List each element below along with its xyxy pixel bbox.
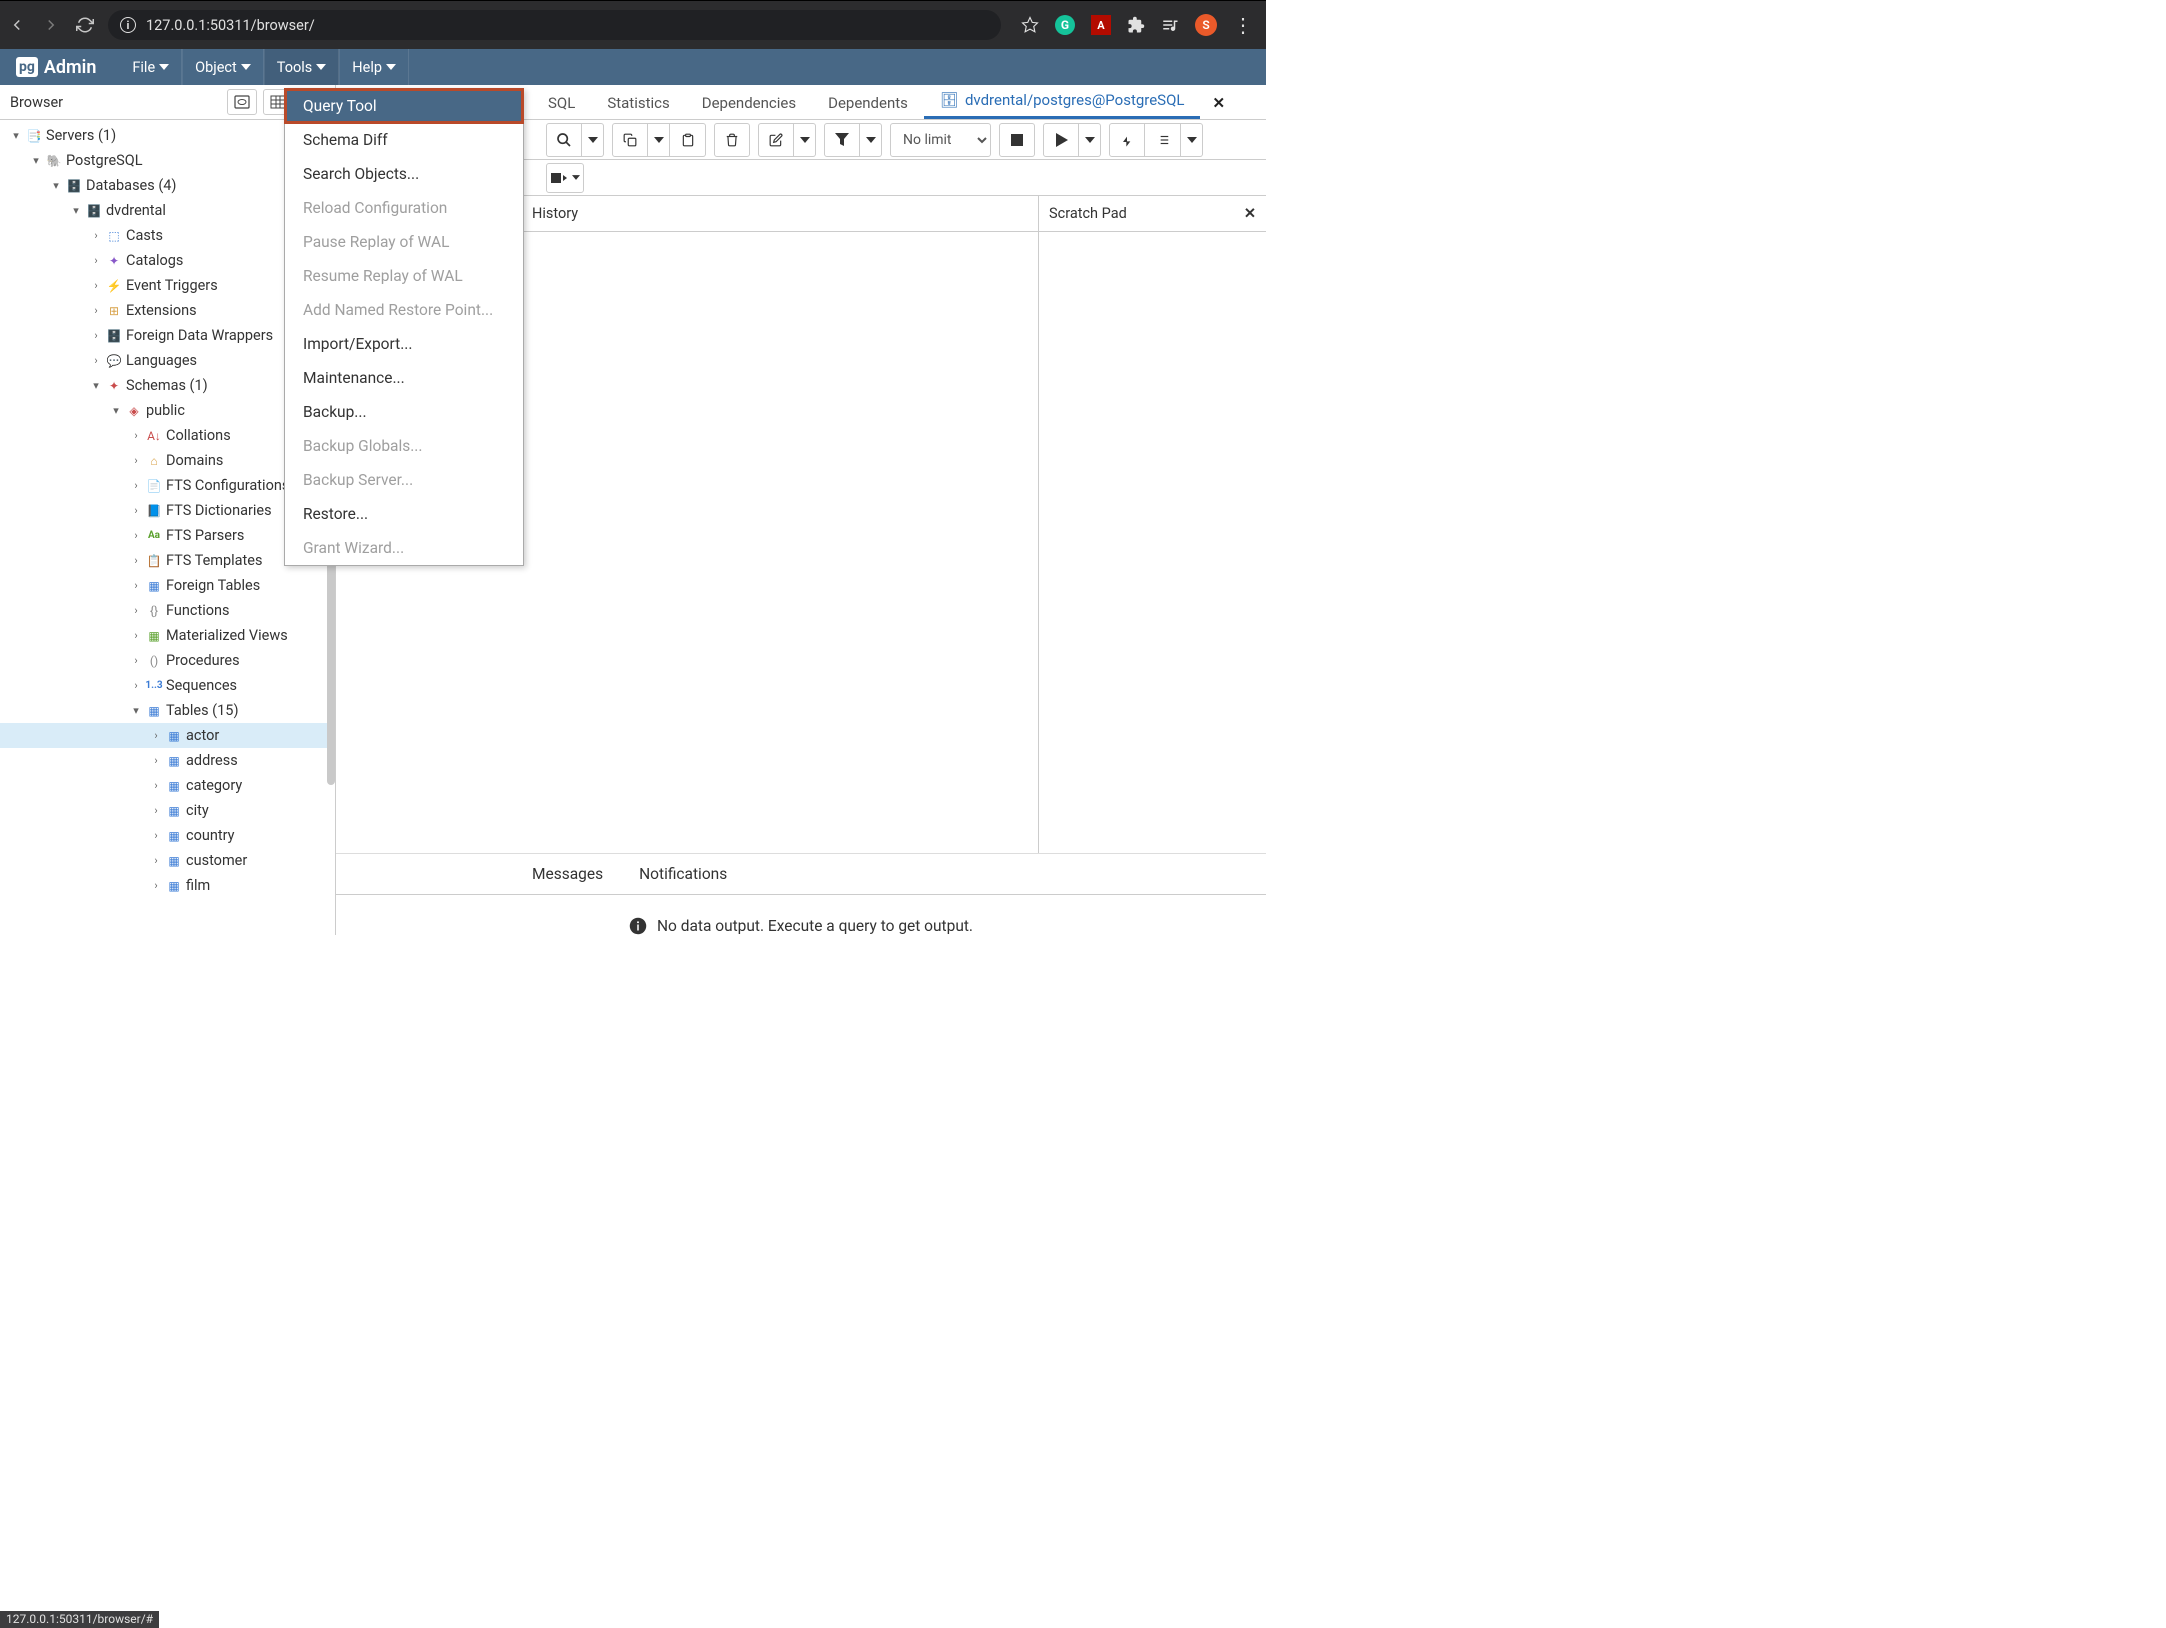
chevron-down-icon <box>241 64 251 70</box>
tree-foreign-tables[interactable]: ›▦Foreign Tables <box>0 573 335 598</box>
nav-controls <box>8 16 94 34</box>
close-scratch-icon[interactable]: ✕ <box>1244 205 1256 222</box>
tab-notifications[interactable]: Notifications <box>639 865 727 883</box>
close-tab-icon[interactable]: ✕ <box>1200 87 1237 119</box>
tree-matviews[interactable]: ›▦Materialized Views <box>0 623 335 648</box>
back-icon[interactable] <box>8 16 26 34</box>
filter-dropdown[interactable] <box>860 123 882 157</box>
query-tool-icon[interactable] <box>227 89 257 115</box>
pgadmin-logo: pg <box>16 57 38 77</box>
tree-table-address[interactable]: ›▦address <box>0 748 335 773</box>
edit-button[interactable] <box>758 123 794 157</box>
tree-sequences[interactable]: ›1..3Sequences <box>0 673 335 698</box>
output-message: No data output. Execute a query to get o… <box>657 917 973 935</box>
tab-statistics[interactable]: Statistics <box>591 87 685 119</box>
menu-file[interactable]: File <box>120 49 182 85</box>
tree-table-film[interactable]: ›▦film <box>0 873 335 898</box>
limit-select[interactable]: No limit <box>890 123 991 157</box>
dd-resume-wal: Resume Replay of WAL <box>285 259 523 293</box>
tab-dependents[interactable]: Dependents <box>812 87 924 119</box>
tree-table-city[interactable]: ›▦city <box>0 798 335 823</box>
chevron-down-icon <box>159 64 169 70</box>
tab-sql[interactable]: SQL <box>532 87 591 119</box>
star-icon[interactable] <box>1021 16 1039 34</box>
stop-button[interactable] <box>999 123 1035 157</box>
menu-object[interactable]: Object <box>182 49 264 85</box>
chevron-down-icon <box>316 64 326 70</box>
tab-querytool[interactable]: 🗄dvdrental/postgres@PostgreSQL <box>924 84 1201 119</box>
tab-messages[interactable]: Messages <box>532 865 603 883</box>
dd-query-tool[interactable]: Query Tool <box>285 89 523 123</box>
dd-restore-point: Add Named Restore Point... <box>285 293 523 327</box>
search-button[interactable] <box>546 123 582 157</box>
tools-dropdown: Query Tool Schema Diff Search Objects...… <box>284 88 524 566</box>
tab-dependencies[interactable]: Dependencies <box>686 87 812 119</box>
browser-status-bar: 127.0.0.1:50311/browser/# <box>0 1611 159 1628</box>
menu-tools[interactable]: Tools <box>264 49 340 85</box>
playlist-icon[interactable] <box>1161 16 1179 34</box>
address-bar[interactable]: i 127.0.0.1:50311/browser/ <box>108 10 1001 40</box>
dd-reload-config: Reload Configuration <box>285 191 523 225</box>
execute-button[interactable] <box>1043 123 1079 157</box>
paste-button[interactable] <box>670 123 706 157</box>
output-body: No data output. Execute a query to get o… <box>336 895 1266 935</box>
browser-title: Browser <box>10 94 63 111</box>
explain-button[interactable] <box>1145 123 1181 157</box>
dd-schema-diff[interactable]: Schema Diff <box>285 123 523 157</box>
chevron-down-icon <box>386 64 396 70</box>
info-icon <box>629 917 647 935</box>
scratch-pad-panel: Scratch Pad ✕ <box>1038 196 1266 853</box>
forward-icon[interactable] <box>42 16 60 34</box>
copy-dropdown[interactable] <box>648 123 670 157</box>
tree-table-actor[interactable]: ›▦actor <box>0 723 335 748</box>
output-tabs: Messages Notifications <box>336 853 1266 895</box>
acrobat-icon[interactable]: A <box>1091 15 1111 35</box>
browser-chrome: i 127.0.0.1:50311/browser/ G A S ⋮ <box>0 0 1266 49</box>
dd-grant-wizard: Grant Wizard... <box>285 531 523 565</box>
chrome-extensions: G A S ⋮ <box>1021 13 1252 37</box>
extensions-icon[interactable] <box>1127 16 1145 34</box>
edit-dropdown[interactable] <box>794 123 816 157</box>
reload-icon[interactable] <box>76 16 94 34</box>
menu-help[interactable]: Help <box>339 49 409 85</box>
scratch-pad-area[interactable] <box>1039 232 1266 853</box>
tree-tables[interactable]: ▾▦Tables (15) <box>0 698 335 723</box>
dd-search-objects[interactable]: Search Objects... <box>285 157 523 191</box>
tree-functions[interactable]: ›{}Functions <box>0 598 335 623</box>
site-info-icon[interactable]: i <box>120 17 136 33</box>
tree-procedures[interactable]: ›()Procedures <box>0 648 335 673</box>
tree-table-category[interactable]: ›▦category <box>0 773 335 798</box>
commit-button[interactable] <box>1109 123 1145 157</box>
tree-table-customer[interactable]: ›▦customer <box>0 848 335 873</box>
search-dropdown[interactable] <box>582 123 604 157</box>
dd-backup-globals: Backup Globals... <box>285 429 523 463</box>
tree-table-country[interactable]: ›▦country <box>0 823 335 848</box>
database-icon: 🗄 <box>940 91 959 109</box>
macros-button[interactable] <box>546 163 584 193</box>
dd-backup-server: Backup Server... <box>285 463 523 497</box>
filter-button[interactable] <box>824 123 860 157</box>
pgadmin-brand: Admin <box>44 57 97 78</box>
delete-button[interactable] <box>714 123 750 157</box>
explain-dropdown[interactable] <box>1181 123 1203 157</box>
dd-import-export[interactable]: Import/Export... <box>285 327 523 361</box>
dd-backup[interactable]: Backup... <box>285 395 523 429</box>
url-text: 127.0.0.1:50311/browser/ <box>146 17 315 34</box>
scratch-pad-title: Scratch Pad <box>1049 205 1127 222</box>
chrome-menu-icon[interactable]: ⋮ <box>1233 13 1252 37</box>
dd-restore[interactable]: Restore... <box>285 497 523 531</box>
profile-avatar[interactable]: S <box>1195 14 1217 36</box>
pgadmin-menubar: pg Admin File Object Tools Help <box>0 49 1266 85</box>
grammarly-icon[interactable]: G <box>1055 15 1075 35</box>
copy-button[interactable] <box>612 123 648 157</box>
execute-dropdown[interactable] <box>1079 123 1101 157</box>
dd-maintenance[interactable]: Maintenance... <box>285 361 523 395</box>
dd-pause-wal: Pause Replay of WAL <box>285 225 523 259</box>
